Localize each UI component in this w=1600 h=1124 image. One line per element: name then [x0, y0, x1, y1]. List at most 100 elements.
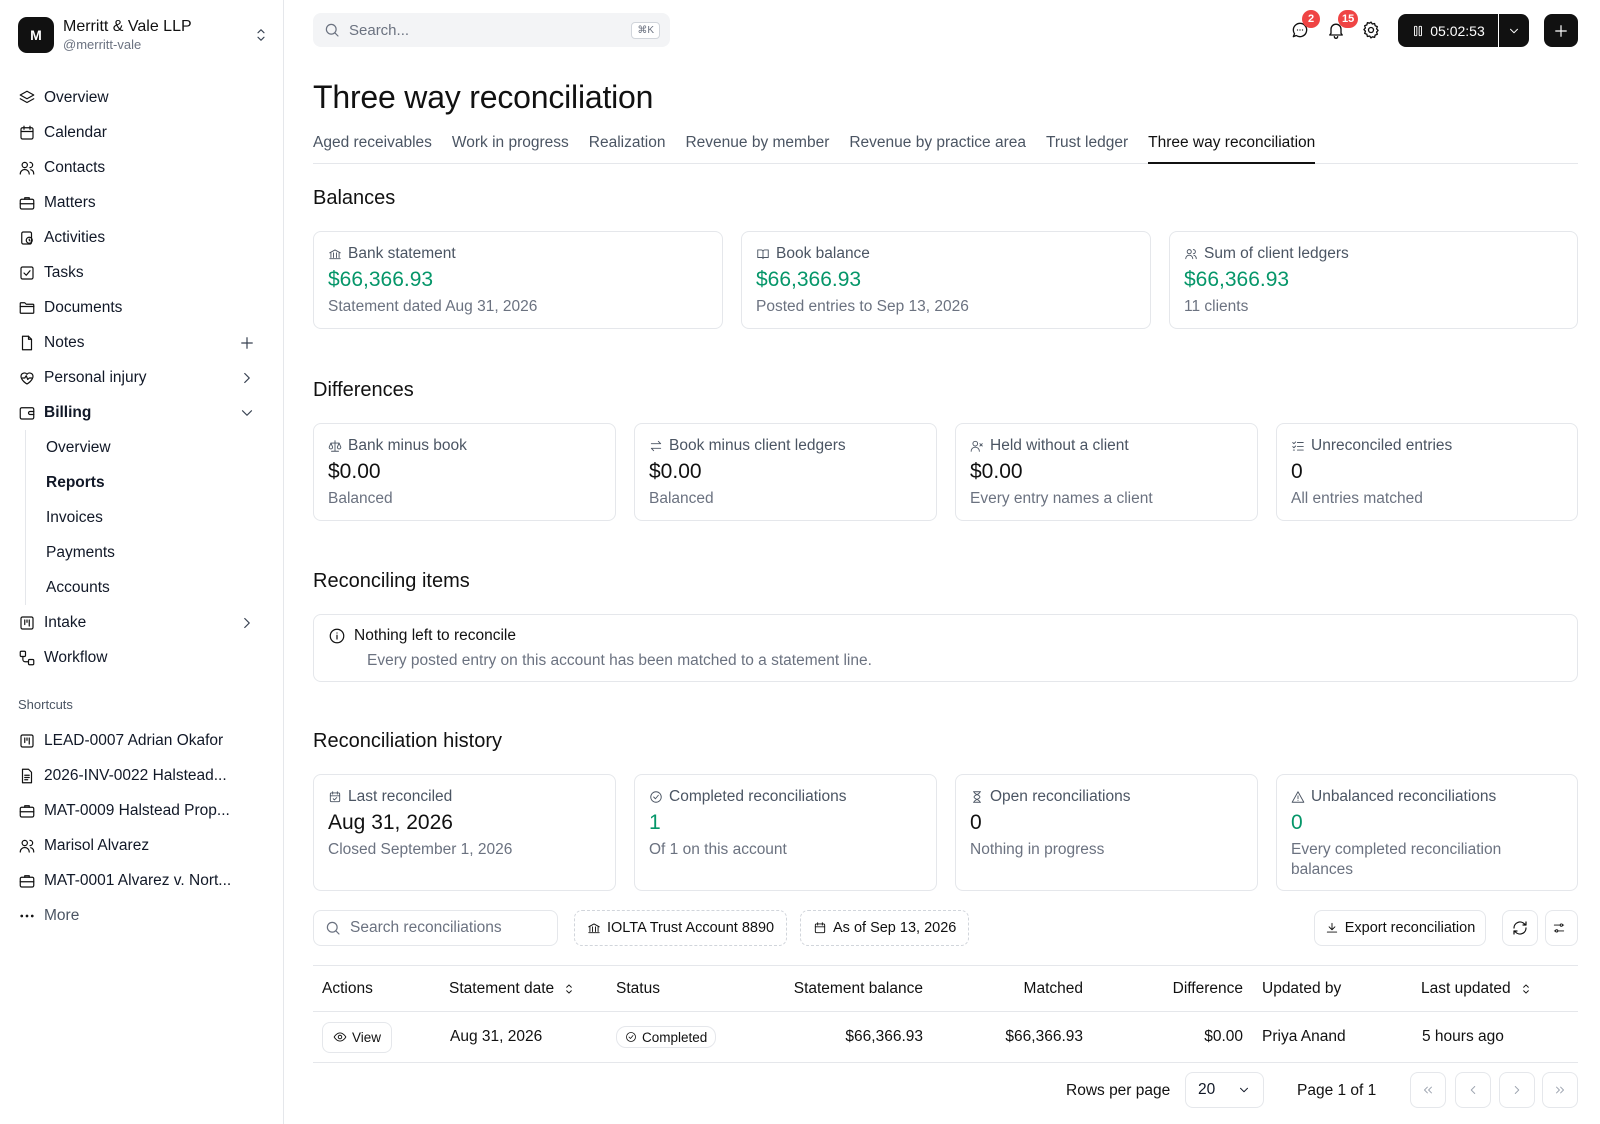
refresh-button[interactable]	[1502, 910, 1538, 946]
table-row: View Aug 31, 2026 Completed $66,366.93 $…	[313, 1012, 1578, 1063]
col-updated-by: Updated by	[1262, 979, 1342, 997]
chevron-down-icon	[241, 409, 253, 416]
tab-three-way-reconciliation[interactable]: Three way reconciliation	[1148, 131, 1316, 164]
workflow-icon	[19, 650, 35, 665]
account-filter[interactable]: IOLTA Trust Account 8890	[574, 910, 788, 946]
alert-triangle-icon	[1291, 791, 1305, 803]
nav-billing-accounts[interactable]: Accounts	[26, 570, 284, 605]
chevron-right-icon	[244, 372, 250, 383]
messages-badge: 2	[1302, 10, 1320, 28]
last-page-button[interactable]	[1542, 1072, 1578, 1108]
view-settings-button[interactable]	[1545, 910, 1578, 946]
chevron-right-icon	[1514, 1086, 1520, 1094]
tab-work-in-progress[interactable]: Work in progress	[452, 131, 569, 164]
nav-label: Personal injury	[44, 368, 147, 386]
first-page-button[interactable]	[1410, 1072, 1446, 1108]
chevrons-left-icon	[1424, 1086, 1432, 1094]
nav-billing-reports[interactable]: Reports	[26, 465, 284, 500]
nav-label: Payments	[46, 543, 115, 561]
shortcut-item[interactable]: Marisol Alvarez	[0, 828, 284, 863]
folder-icon	[19, 301, 35, 314]
nav-overview[interactable]: Overview	[0, 80, 284, 115]
briefcase-icon	[19, 804, 35, 818]
shortcut-label: MAT-0009 Halstead Prop...	[44, 801, 230, 819]
nav-calendar[interactable]: Calendar	[0, 115, 284, 150]
messages-button[interactable]: 2	[1290, 10, 1320, 40]
card-open-reconciliations: Open reconciliations 0 Nothing in progre…	[955, 774, 1258, 891]
search-icon	[326, 921, 340, 935]
nav-tasks[interactable]: Tasks	[0, 255, 284, 290]
tab-realization[interactable]: Realization	[589, 131, 666, 164]
nav-label: Accounts	[46, 578, 110, 596]
nav-personal-injury[interactable]: Personal injury	[0, 360, 284, 395]
shortcut-item[interactable]: MAT-0001 Alvarez v. Nort...	[0, 863, 284, 898]
shortcut-item[interactable]: LEAD-0007 Adrian Okafor	[0, 723, 284, 758]
table-header: Actions Statement date Status Statement …	[313, 965, 1578, 1012]
history-heading: Reconciliation history	[313, 730, 502, 752]
export-button[interactable]: Export reconciliation	[1314, 910, 1486, 946]
nav-contacts[interactable]: Contacts	[0, 150, 284, 185]
settings-button[interactable]	[1361, 20, 1381, 40]
card-sub: 11 clients	[1184, 298, 1249, 315]
more-horizontal-icon	[20, 914, 34, 917]
invoice-icon	[21, 768, 33, 783]
nav-billing-overview[interactable]: Overview	[26, 430, 284, 465]
col-statement-date[interactable]: Statement date	[449, 966, 576, 1011]
search-placeholder: Search...	[349, 21, 410, 39]
card-value: $66,366.93	[756, 268, 862, 291]
nav-documents[interactable]: Documents	[0, 290, 284, 325]
tab-aged-receivables[interactable]: Aged receivables	[313, 131, 432, 164]
date-filter[interactable]: As of Sep 13, 2026	[800, 910, 970, 946]
timer-button[interactable]: 05:02:53	[1398, 14, 1498, 47]
hourglass-icon	[973, 791, 981, 803]
nav-intake[interactable]: Intake	[0, 605, 284, 640]
nav-workflow[interactable]: Workflow	[0, 640, 284, 675]
notifications-button[interactable]: 15	[1326, 10, 1359, 40]
tab-revenue-by-practice-area[interactable]: Revenue by practice area	[849, 131, 1026, 164]
view-button[interactable]: View	[322, 1021, 393, 1053]
shortcut-more[interactable]: More	[0, 898, 284, 933]
prev-page-button[interactable]	[1455, 1072, 1491, 1108]
check-circle-icon	[626, 1032, 636, 1042]
timer-dropdown[interactable]	[1499, 14, 1529, 47]
check-circle-icon	[650, 791, 662, 803]
reconciliation-search[interactable]: Search reconciliations	[313, 910, 558, 946]
nav-label: Notes	[44, 333, 85, 351]
shortcut-item[interactable]: MAT-0009 Halstead Prop...	[0, 793, 284, 828]
bank-icon	[329, 249, 341, 260]
nav-billing-invoices[interactable]: Invoices	[26, 500, 284, 535]
nav-label: Tasks	[44, 263, 84, 281]
card-book-minus-ledgers: Book minus client ledgers $0.00 Balanced	[634, 423, 937, 521]
shortcut-item[interactable]: 2026-INV-0022 Halstead...	[0, 758, 284, 793]
tab-trust-ledger[interactable]: Trust ledger	[1046, 131, 1128, 164]
card-value: $0.00	[970, 460, 1023, 483]
book-open-icon	[757, 249, 769, 260]
global-search[interactable]: Search... ⌘K	[313, 13, 670, 47]
create-button[interactable]	[1544, 14, 1578, 47]
tab-revenue-by-member[interactable]: Revenue by member	[685, 131, 829, 164]
workspace-switcher[interactable]: M Merritt & Vale LLP @merritt-vale	[18, 17, 270, 53]
rows-per-page-select[interactable]: 20	[1185, 1072, 1264, 1108]
nav-matters[interactable]: Matters	[0, 185, 284, 220]
col-last-updated[interactable]: Last updated	[1421, 966, 1533, 1011]
nav-notes[interactable]: Notes	[0, 325, 284, 360]
nav-activities[interactable]: Activities	[0, 220, 284, 255]
checkbox-icon	[20, 265, 34, 280]
notifications-badge: 15	[1338, 10, 1359, 28]
plus-icon[interactable]	[238, 334, 256, 352]
page-indicator: Page 1 of 1	[1297, 1082, 1377, 1099]
next-page-button[interactable]	[1499, 1072, 1535, 1108]
account-filter-label: IOLTA Trust Account 8890	[607, 920, 775, 936]
nav-billing-payments[interactable]: Payments	[26, 535, 284, 570]
card-sub: Closed September 1, 2026	[328, 841, 513, 858]
differences-heading: Differences	[313, 379, 414, 401]
card-value: $0.00	[328, 460, 381, 483]
list-checks-icon	[1292, 441, 1304, 451]
card-sub: Nothing in progress	[970, 841, 1105, 858]
nav-label: Contacts	[44, 158, 106, 176]
card-label: Book balance	[776, 245, 870, 262]
users-icon	[19, 161, 35, 175]
pause-icon	[1414, 25, 1423, 36]
chevron-left-icon	[1470, 1086, 1476, 1094]
nav-billing[interactable]: Billing	[0, 395, 284, 430]
